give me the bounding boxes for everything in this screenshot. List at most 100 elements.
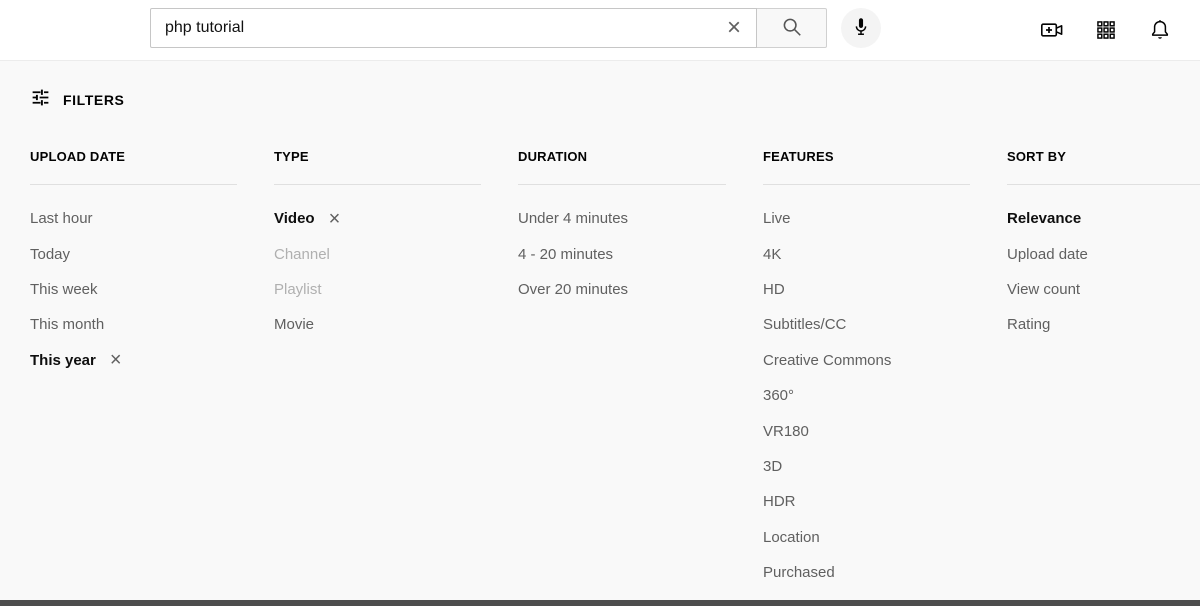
filter-option-relevance[interactable]: Relevance: [1007, 201, 1200, 236]
filter-option-list: Under 4 minutes 4 - 20 minutes Over 20 min…: [518, 201, 726, 307]
filter-option-label: VR180: [763, 423, 809, 440]
filter-option-label: Rating: [1007, 316, 1050, 333]
search-bar: ×: [150, 8, 881, 48]
filter-option-purchased[interactable]: Purchased: [763, 555, 970, 590]
filter-option-today[interactable]: Today: [30, 236, 237, 271]
filter-option-label: Subtitles/CC: [763, 316, 846, 333]
filters-panel: FILTERS UPLOAD DATE Last hour Today This we…: [0, 60, 1200, 600]
filter-option-label: Purchased: [763, 564, 835, 581]
filter-option-label: Channel: [274, 246, 330, 263]
column-divider: [274, 184, 481, 185]
voice-search-button[interactable]: [841, 8, 881, 48]
column-divider: [518, 184, 726, 185]
search-button[interactable]: [757, 8, 827, 48]
filter-option-upload-date[interactable]: Upload date: [1007, 236, 1200, 271]
create-video-button[interactable]: [1040, 18, 1064, 42]
filter-option-label: Playlist: [274, 281, 322, 298]
filter-columns: UPLOAD DATE Last hour Today This week This m…: [30, 149, 1200, 590]
filter-option-label: Upload date: [1007, 246, 1088, 263]
filter-option-3d[interactable]: 3D: [763, 449, 970, 484]
filter-tune-icon: [30, 87, 51, 113]
filter-option-label: Last hour: [30, 210, 93, 227]
filter-option-4k[interactable]: 4K: [763, 236, 970, 271]
filter-option-4-20-minutes[interactable]: 4 - 20 minutes: [518, 236, 726, 271]
filter-option-label: 360°: [763, 387, 794, 404]
filter-option-rating[interactable]: Rating: [1007, 307, 1200, 342]
filter-option-360[interactable]: 360°: [763, 378, 970, 413]
notifications-button[interactable]: [1148, 18, 1172, 42]
bottom-edge-bar: [0, 600, 1200, 606]
filter-option-list: Relevance Upload date View count Rating: [1007, 201, 1200, 343]
filter-option-this-year[interactable]: This year ×: [30, 343, 237, 378]
filter-option-playlist: Playlist: [274, 272, 481, 307]
filter-option-list: Video × Channel Playlist Movie: [274, 201, 481, 343]
filter-option-label: Location: [763, 529, 820, 546]
filter-option-hdr[interactable]: HDR: [763, 484, 970, 519]
filter-option-subtitles-cc[interactable]: Subtitles/CC: [763, 307, 970, 342]
filter-option-label: Live: [763, 210, 791, 227]
topbar-actions: [1040, 18, 1172, 42]
filter-option-last-hour[interactable]: Last hour: [30, 201, 237, 236]
filter-option-label: This month: [30, 316, 104, 333]
apps-grid-icon: [1095, 19, 1117, 41]
filter-option-label: Video: [274, 210, 315, 227]
filter-column-duration: DURATION Under 4 minutes 4 - 20 minutes Ove…: [518, 149, 726, 590]
filter-column-header: DURATION: [518, 149, 726, 164]
column-divider: [30, 184, 237, 185]
filter-column-type: TYPE Video × Channel Playlist Movie: [274, 149, 481, 590]
filter-option-channel: Channel: [274, 236, 481, 271]
filter-column-header: UPLOAD DATE: [30, 149, 237, 164]
filter-option-list: Live 4K HD Subtitles/CC Creative Commons 360°…: [763, 201, 970, 590]
filter-option-label: Under 4 minutes: [518, 210, 628, 227]
clear-icon: ×: [727, 16, 741, 40]
filter-option-hd[interactable]: HD: [763, 272, 970, 307]
clear-search-button[interactable]: ×: [712, 9, 756, 47]
filter-option-label: This week: [30, 281, 98, 298]
filter-option-label: Creative Commons: [763, 352, 891, 369]
filter-option-label: Movie: [274, 316, 314, 333]
filter-option-label: Relevance: [1007, 210, 1081, 227]
filter-option-label: Today: [30, 246, 70, 263]
filter-option-list: Last hour Today This week This month This ye…: [30, 201, 237, 378]
youtube-search-filters-screen: ×: [0, 0, 1200, 606]
column-divider: [763, 184, 970, 185]
filter-option-label: 3D: [763, 458, 782, 475]
filters-title: FILTERS: [63, 92, 125, 108]
filter-option-label: 4 - 20 minutes: [518, 246, 613, 263]
microphone-icon: [850, 16, 872, 41]
filter-column-header: TYPE: [274, 149, 481, 164]
apps-button[interactable]: [1094, 18, 1118, 42]
filter-option-label: This year: [30, 352, 96, 369]
filter-option-live[interactable]: Live: [763, 201, 970, 236]
filter-option-over-20-minutes[interactable]: Over 20 minutes: [518, 272, 726, 307]
column-divider: [1007, 184, 1200, 185]
bell-icon: [1148, 18, 1172, 42]
filter-option-label: HDR: [763, 493, 796, 510]
remove-filter-icon[interactable]: ×: [110, 350, 122, 370]
search-icon: [781, 16, 803, 41]
filter-option-this-week[interactable]: This week: [30, 272, 237, 307]
create-video-icon: [1039, 18, 1065, 42]
filter-column-header: FEATURES: [763, 149, 970, 164]
filter-option-label: Over 20 minutes: [518, 281, 628, 298]
filter-option-view-count[interactable]: View count: [1007, 272, 1200, 307]
filter-option-under-4-minutes[interactable]: Under 4 minutes: [518, 201, 726, 236]
search-input-wrap: ×: [150, 8, 757, 48]
filter-option-label: 4K: [763, 246, 781, 263]
filter-column-upload-date: UPLOAD DATE Last hour Today This week This m…: [30, 149, 237, 590]
filter-option-movie[interactable]: Movie: [274, 307, 481, 342]
topbar: ×: [0, 0, 1200, 60]
filter-option-vr180[interactable]: VR180: [763, 413, 970, 448]
filter-column-header: SORT BY: [1007, 149, 1200, 164]
filter-option-location[interactable]: Location: [763, 520, 970, 555]
filter-option-this-month[interactable]: This month: [30, 307, 237, 342]
filter-option-creative-commons[interactable]: Creative Commons: [763, 343, 970, 378]
filter-column-features: FEATURES Live 4K HD Subtitles/CC Creative Com…: [763, 149, 970, 590]
filter-column-sort-by: SORT BY Relevance Upload date View count Rat…: [1007, 149, 1200, 590]
filter-option-label: View count: [1007, 281, 1080, 298]
remove-filter-icon[interactable]: ×: [329, 209, 341, 229]
search-input[interactable]: [151, 9, 712, 47]
filter-option-label: HD: [763, 281, 785, 298]
filters-toggle[interactable]: FILTERS: [30, 87, 160, 113]
filter-option-video[interactable]: Video ×: [274, 201, 481, 236]
